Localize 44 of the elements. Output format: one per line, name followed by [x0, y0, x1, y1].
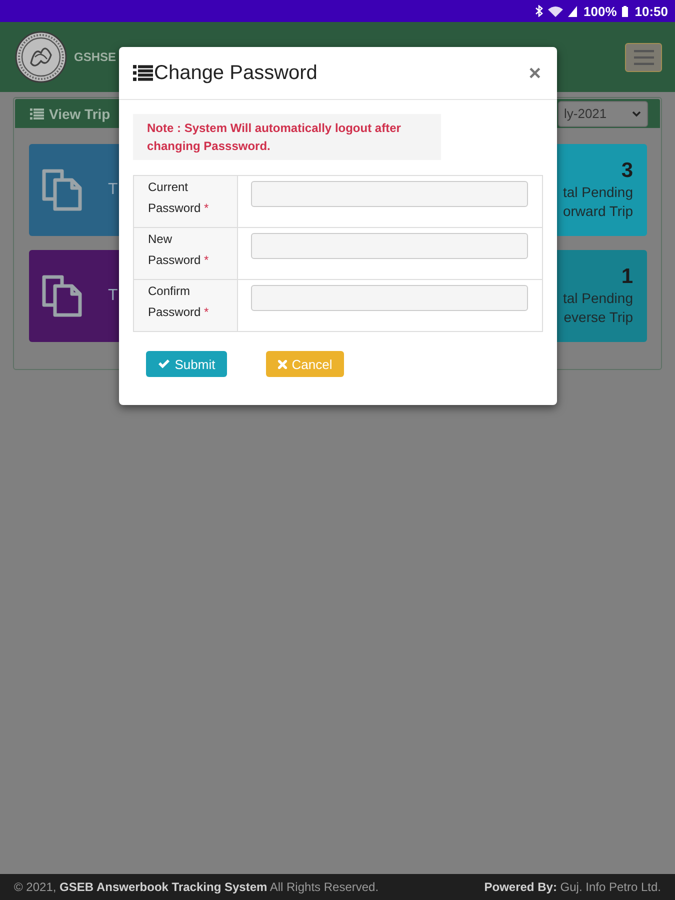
field-label: Confirm Password * [148, 283, 210, 321]
tile-label: T [108, 287, 118, 305]
password-field[interactable] [251, 181, 528, 207]
tile-count: 3 [621, 159, 633, 183]
brand-name: GSHSE [74, 50, 116, 64]
tile-count: 1 [621, 265, 633, 289]
field-label: Current Password * [148, 179, 210, 217]
stat-tile[interactable]: 3 tal Pending orward Trip [557, 144, 647, 236]
month-select[interactable]: ly-2021 [558, 100, 648, 126]
check-icon [158, 359, 170, 369]
powered-by-text: Powered By: Guj. Info Petro Ltd. [484, 880, 661, 894]
bluetooth-icon [534, 5, 542, 17]
submit-button[interactable]: Submit [146, 351, 227, 377]
panel-title: View Trip [49, 106, 110, 122]
battery-icon [622, 6, 628, 16]
password-field[interactable] [251, 233, 528, 259]
field-label: New Password * [148, 231, 210, 269]
dialog-title: Change Password [154, 62, 318, 84]
documents-icon [42, 275, 82, 317]
menu-button[interactable] [625, 42, 662, 72]
seal-emblem-icon [15, 31, 67, 83]
stat-tile[interactable]: 1 tal Pending everse Trip [557, 250, 647, 342]
wifi-icon [548, 6, 562, 16]
stat-tile[interactable]: T [29, 250, 119, 342]
tile-label: T [108, 181, 118, 199]
battery-percent: 100% [584, 4, 617, 18]
chevron-down-icon [632, 110, 641, 116]
copyright-text: © 2021, GSEB Answerbook Tracking System All Rights Reserved. [14, 880, 379, 894]
signal-icon [568, 6, 576, 16]
cross-icon [278, 360, 287, 368]
clock-time: 10:50 [634, 4, 668, 18]
menu-icon [634, 50, 654, 64]
warning-note: Note : System Will automatically logout after changing Passsword. [133, 114, 441, 160]
cancel-button[interactable]: Cancel [266, 351, 344, 377]
list-icon [30, 108, 44, 120]
password-field[interactable] [251, 285, 528, 311]
documents-icon [42, 169, 82, 211]
stat-tile[interactable]: T [29, 144, 119, 236]
tile-label: orward Trip [562, 202, 633, 221]
tile-label: everse Trip [564, 308, 633, 327]
tile-label: tal Pending [562, 183, 633, 202]
list-icon [133, 65, 153, 81]
tile-label: tal Pending [562, 289, 633, 308]
close-button[interactable]: × [526, 62, 543, 84]
